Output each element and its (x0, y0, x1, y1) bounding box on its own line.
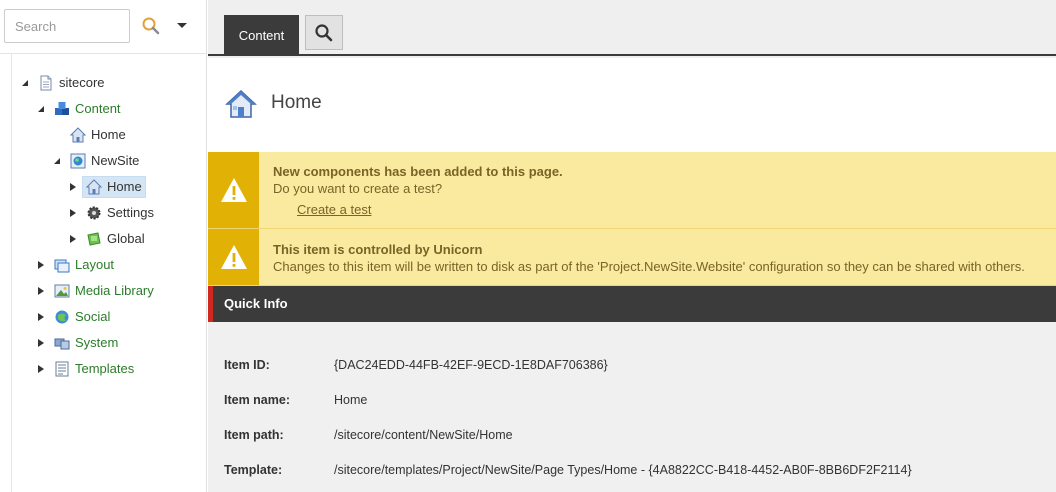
editor-tabs: Content (208, 0, 1056, 56)
house-icon (86, 179, 102, 195)
expand-toggle[interactable] (36, 260, 46, 270)
expand-toggle[interactable] (36, 312, 46, 322)
notification-text: Changes to this item will be written to … (273, 259, 1025, 274)
info-value: /sitecore/content/NewSite/Home (334, 428, 513, 442)
document-icon (40, 75, 52, 91)
tree-item-label: Global (107, 231, 145, 246)
layout-icon (54, 259, 70, 273)
tree-item-label: System (75, 335, 119, 350)
green-folder-icon (87, 232, 101, 246)
expand-toggle[interactable] (52, 156, 62, 166)
tab-content[interactable]: Content (224, 15, 299, 56)
tree-gutter (0, 54, 12, 492)
search-button[interactable] (140, 15, 162, 37)
cubes-icon (55, 102, 69, 115)
info-value: Home (334, 393, 368, 407)
content-tree-panel: sitecore Content Home NewSite Home (0, 0, 207, 492)
quick-info-title: Quick Info (224, 296, 288, 311)
tree-item-label: Content (75, 101, 121, 116)
tree-item-label: Home (107, 179, 142, 194)
house-icon (225, 89, 257, 118)
chevron-down-icon (177, 23, 187, 28)
warning-icon (220, 178, 247, 202)
house-icon (70, 127, 86, 143)
item-header: Home (208, 58, 1056, 152)
warning-icon-box (208, 229, 259, 285)
search-icon (142, 17, 160, 35)
info-label: Item path: (224, 428, 284, 442)
tree-item-label: NewSite (91, 153, 140, 168)
expand-toggle[interactable] (68, 208, 78, 218)
create-test-link[interactable]: Create a test (297, 202, 371, 217)
notification-text: Do you want to create a test? (273, 181, 443, 196)
quick-info-section: Item ID: {DAC24EDD-44FB-42EF-9ECD-1E8DAF… (208, 322, 1056, 492)
templates-icon (55, 361, 69, 377)
info-row-item-id: Item ID: {DAC24EDD-44FB-42EF-9ECD-1E8DAF… (224, 358, 1044, 378)
notification-test-suggestion: New components has been added to this pa… (208, 152, 1056, 229)
notification-title: New components has been added to this pa… (273, 164, 563, 179)
tree-item-label: Social (75, 309, 111, 324)
info-row-item-name: Item name: Home (224, 393, 1044, 413)
search-bar (0, 0, 207, 54)
media-icon (54, 284, 70, 298)
tab-search[interactable] (305, 15, 343, 50)
info-row-template: Template: /sitecore/templates/Project/Ne… (224, 463, 1044, 483)
info-value: {DAC24EDD-44FB-42EF-9ECD-1E8DAF706386} (334, 358, 608, 372)
system-icon (54, 338, 70, 350)
expand-toggle[interactable] (36, 104, 46, 114)
expand-toggle[interactable] (36, 286, 46, 296)
search-input[interactable] (4, 9, 130, 43)
page-title: Home (271, 92, 322, 113)
warning-icon-box (208, 152, 259, 228)
tree-item-label: Templates (75, 361, 135, 376)
tree-item-label: sitecore (59, 75, 105, 90)
quick-info-header[interactable]: Quick Info (208, 286, 1056, 322)
notification-title: This item is controlled by Unicorn (273, 242, 483, 257)
tree-item-label: Media Library (75, 283, 154, 298)
info-label: Item name: (224, 393, 290, 407)
social-icon (55, 310, 69, 324)
expand-toggle[interactable] (68, 182, 78, 192)
editor-panel: Content Home New components has been add… (208, 0, 1056, 492)
tree-item-label: Home (91, 127, 126, 142)
tree-item-label: Settings (107, 205, 154, 220)
expand-toggle[interactable] (68, 234, 78, 244)
info-label: Template: (224, 463, 283, 477)
info-value: /sitecore/templates/Project/NewSite/Page… (334, 463, 912, 477)
gear-icon (87, 206, 101, 220)
info-row-item-path: Item path: /sitecore/content/NewSite/Hom… (224, 428, 1044, 448)
tab-label: Content (238, 28, 285, 43)
expand-toggle[interactable] (20, 78, 30, 88)
info-label: Item ID: (224, 358, 270, 372)
warning-icon (220, 245, 247, 269)
globe-site-icon (70, 153, 86, 169)
search-icon (315, 23, 333, 41)
tree-item-label: Layout (75, 257, 115, 272)
search-options-dropdown[interactable] (172, 15, 192, 37)
notification-unicorn: This item is controlled by Unicorn Chang… (208, 229, 1056, 286)
expand-toggle[interactable] (36, 338, 46, 348)
expand-toggle[interactable] (36, 364, 46, 374)
